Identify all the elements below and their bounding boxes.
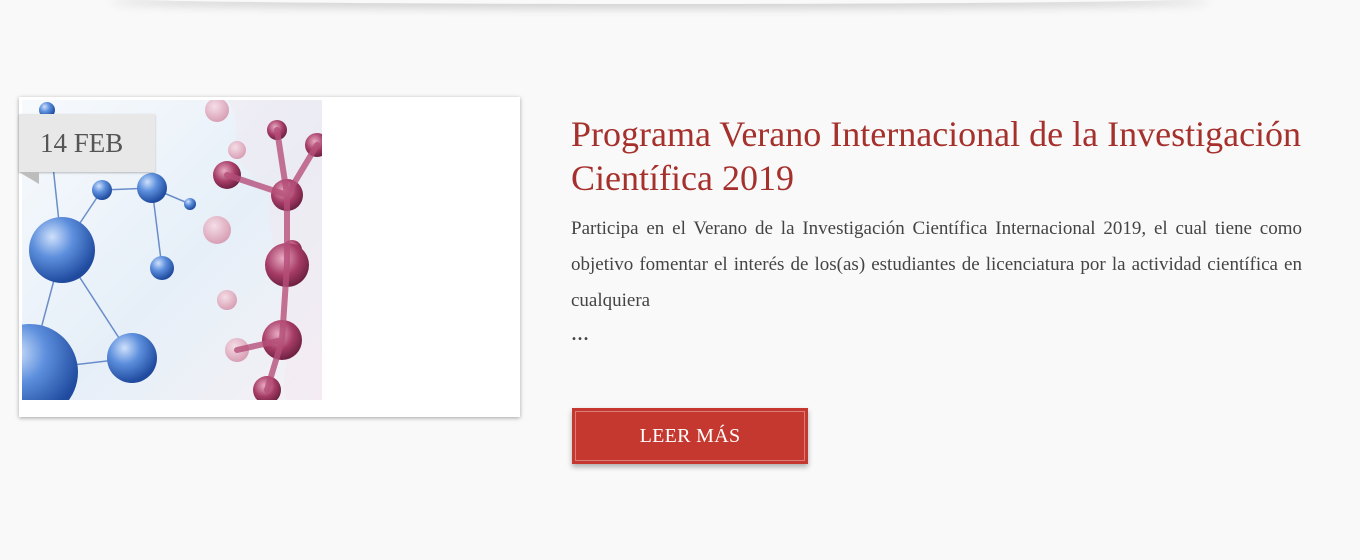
post-title[interactable]: Programa Verano Internacional de la Inve…	[571, 112, 1311, 200]
header-shadow	[110, 0, 1210, 4]
date-badge: 14 FEB	[19, 114, 155, 172]
read-more-button[interactable]: LEER MÁS	[572, 408, 808, 464]
excerpt-ellipsis: ...	[571, 320, 589, 346]
post-image-card[interactable]: 14 FEB	[19, 97, 520, 417]
date-badge-fold	[19, 172, 39, 184]
post-excerpt: Participa en el Verano de la Investigaci…	[571, 218, 1302, 311]
